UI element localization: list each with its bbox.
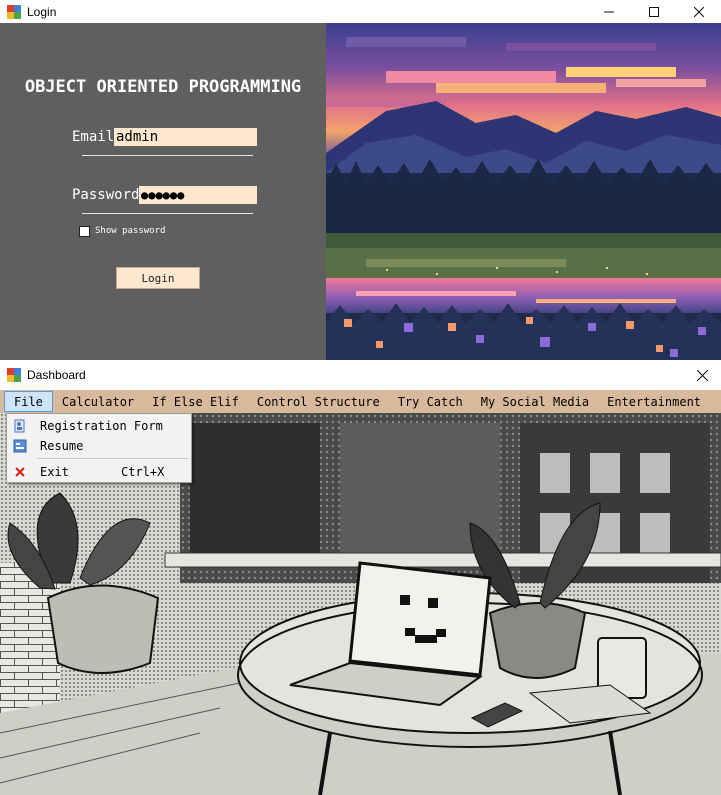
email-field[interactable] — [114, 128, 257, 146]
page-title: OBJECT ORIENTED PROGRAMMING — [24, 77, 302, 97]
show-password-label[interactable]: Show password — [95, 226, 165, 236]
show-password-checkbox[interactable] — [79, 226, 90, 237]
email-underline — [82, 155, 253, 156]
dashboard-window-title: Dashboard — [27, 368, 86, 382]
exit-shortcut: Ctrl+X — [121, 465, 165, 479]
form-icon — [13, 419, 27, 433]
app-icon — [7, 368, 21, 382]
menu-control-structure[interactable]: Control Structure — [248, 391, 389, 412]
document-icon — [13, 439, 27, 453]
maximize-icon[interactable] — [631, 0, 676, 23]
menu-if-else-elif[interactable]: If Else Elif — [143, 391, 248, 412]
menu-my-social-media[interactable]: My Social Media — [472, 391, 598, 412]
landscape-image — [326, 23, 721, 360]
login-titlebar: Login — [0, 0, 721, 23]
menu-item-registration-form[interactable]: Registration Form — [7, 416, 191, 436]
menu-item-exit[interactable]: Exit Ctrl+X — [7, 462, 191, 482]
menu-item-resume[interactable]: Resume — [7, 436, 191, 456]
file-dropdown-menu: Registration Form Resume Exit Ctrl+X — [6, 413, 192, 483]
login-window-title: Login — [27, 4, 57, 19]
password-underline — [82, 213, 253, 214]
dashboard-window: Dashboard File Calculator If Else Elif C… — [0, 363, 721, 795]
password-label: Password — [72, 187, 140, 203]
close-icon[interactable] — [680, 364, 721, 387]
exit-x-icon — [13, 465, 27, 479]
login-window: Login OBJECT ORIENTED PROGRAMMING Email … — [0, 0, 721, 360]
menu-file[interactable]: File — [4, 391, 53, 412]
menu-try-catch[interactable]: Try Catch — [389, 391, 472, 412]
menu-bar: File Calculator If Else Elif Control Str… — [0, 390, 721, 413]
login-form-panel: OBJECT ORIENTED PROGRAMMING Email Passwo… — [0, 23, 326, 360]
dashboard-titlebar: Dashboard — [0, 363, 721, 387]
login-button[interactable]: Login — [116, 267, 200, 289]
menu-calculator[interactable]: Calculator — [53, 391, 143, 412]
app-icon — [7, 4, 21, 19]
minimize-icon[interactable] — [586, 0, 631, 23]
menu-separator — [37, 458, 189, 459]
menu-entertainment[interactable]: Entertainment — [598, 391, 710, 412]
login-body: OBJECT ORIENTED PROGRAMMING Email Passwo… — [0, 23, 721, 360]
email-label: Email — [72, 129, 115, 145]
close-icon[interactable] — [676, 0, 721, 23]
password-field[interactable]: ●●●●●● — [139, 186, 257, 204]
